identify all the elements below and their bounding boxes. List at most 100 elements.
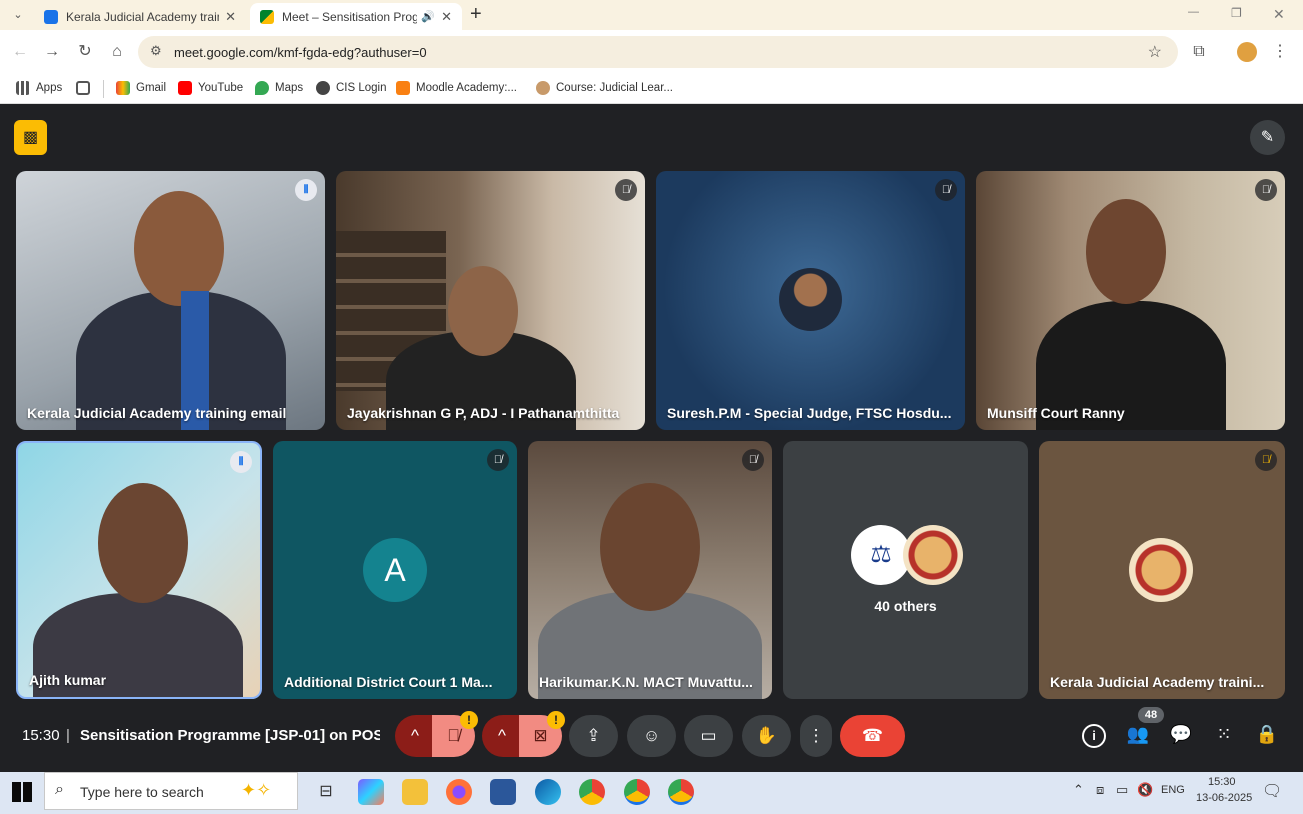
maps-icon [255, 81, 269, 95]
hand-icon: ✋ [755, 726, 778, 745]
back-icon[interactable]: ← [8, 40, 32, 64]
profile-photo-avatar [779, 268, 842, 331]
info-icon: i [1092, 728, 1096, 743]
avatar: A [363, 538, 427, 602]
participant-tile[interactable]: 🎙̸ Kerala Judicial Academy traini... [1039, 441, 1285, 699]
reload-icon[interactable]: ↻ [73, 40, 97, 64]
emoji-icon: ☺ [642, 726, 661, 745]
others-tile[interactable]: ⚖ 40 others [783, 441, 1028, 699]
academy-logo-avatar [903, 525, 963, 585]
participant-tile[interactable]: 🎙̸ Suresh.P.M - Special Judge, FTSC Hosd… [656, 171, 965, 430]
firefox-icon[interactable] [446, 779, 472, 805]
people-icon: 👥 [1126, 724, 1150, 744]
meet-tray-icon[interactable]: ⧈ [1096, 782, 1104, 798]
bookmark-grid[interactable] [76, 81, 96, 95]
volume-muted-icon[interactable]: 🔇 [1137, 782, 1153, 798]
maximize-button[interactable]: ❐ [1231, 6, 1242, 20]
start-button[interactable] [12, 782, 32, 802]
host-controls-button[interactable]: 🔒 [1255, 724, 1279, 748]
participant-tile[interactable]: ⦀ Kerala Judicial Academy training email [16, 171, 325, 430]
tab-kerala-training[interactable]: Kerala Judicial Academy training ✕ [34, 3, 246, 30]
captions-button[interactable]: ▭ [684, 715, 733, 757]
annotate-button[interactable]: ✎ [1250, 120, 1285, 155]
participant-tile[interactable]: 🎙̸ Munsiff Court Ranny [976, 171, 1285, 430]
audio-options-button[interactable]: ^ [395, 715, 435, 757]
sparkle-icon: ✦✧ [241, 780, 272, 800]
close-tab-icon[interactable]: ✕ [225, 9, 236, 25]
mic-off-icon: 🎙̸ [615, 179, 637, 201]
edge-icon[interactable] [535, 779, 561, 805]
task-view-icon[interactable]: ⊟ [313, 779, 339, 805]
present-screen-icon: ⇪ [586, 726, 601, 745]
home-icon[interactable]: ⌂ [105, 40, 129, 64]
bookmark-youtube[interactable]: YouTube [178, 81, 243, 95]
leave-call-button[interactable]: ☎ [840, 715, 905, 757]
reactions-button[interactable]: ☺ [627, 715, 676, 757]
speaking-indicator-icon: ⦀ [295, 179, 317, 201]
forward-icon[interactable]: → [40, 40, 64, 64]
notifications-icon[interactable]: 🗨 [1262, 781, 1282, 801]
people-button[interactable]: 👥 [1126, 724, 1150, 748]
camera-off-icon: ⊠ [533, 726, 548, 745]
others-count: 40 others [874, 598, 937, 614]
present-button[interactable]: ⇪ [569, 715, 618, 757]
video-options-button[interactable]: ^ [482, 715, 522, 757]
moodle-icon [396, 81, 410, 95]
url-text[interactable]: meet.google.com/kmf-fgda-edg?authuser=0 [174, 45, 427, 60]
pencil-sparkle-icon: ✎ [1260, 129, 1275, 146]
camera-warning-badge: ! [547, 711, 565, 729]
chrome-profile-icon[interactable] [624, 779, 650, 805]
participant-tile-active[interactable]: ⦀ Ajith kumar [16, 441, 262, 699]
chat-button[interactable]: 💬 [1169, 724, 1193, 748]
bookmark-cis-login[interactable]: CIS Login [316, 81, 387, 95]
extensions-icon[interactable]: ⧉ [1187, 40, 1211, 64]
bookmark-gmail[interactable]: Gmail [116, 81, 166, 95]
clock-time[interactable]: 15:30 [1208, 776, 1236, 788]
others-avatar: ⚖ [851, 525, 911, 585]
tray-chevron-icon[interactable]: ⌃ [1073, 782, 1084, 798]
participant-tile[interactable]: 🎙̸ Harikumar.K.N. MACT Muvattu... [528, 441, 772, 699]
tab-meet[interactable]: Meet – Sensitisation Progra 🔊 ✕ [250, 3, 462, 30]
youtube-icon [178, 81, 192, 95]
participant-tile[interactable]: A 🎙̸ Additional District Court 1 Ma... [273, 441, 517, 699]
mic-off-icon: 🎙̸ [1255, 179, 1277, 201]
bookmark-course[interactable]: Course: Judicial Lear... [536, 81, 673, 95]
tab-search-icon[interactable]: ⌄ [6, 3, 30, 27]
mic-off-icon: 🎙̸ [1255, 449, 1277, 471]
bookmark-apps[interactable]: Apps [16, 81, 62, 95]
bookmarks-bar: Apps Gmail YouTube Maps CIS Login Moodle… [0, 74, 1303, 104]
tab-title: Kerala Judicial Academy training [66, 9, 219, 24]
network-icon[interactable]: ▭ [1116, 782, 1128, 798]
raise-hand-button[interactable]: ✋ [742, 715, 791, 757]
chrome-profile-icon[interactable] [668, 779, 694, 805]
word-icon[interactable] [490, 779, 516, 805]
search-icon: ⌕ [55, 781, 64, 798]
meeting-time: 15:30 [22, 727, 60, 744]
bookmark-maps[interactable]: Maps [255, 81, 303, 95]
address-bar[interactable]: ⚙ meet.google.com/kmf-fgda-edg?authuser=… [138, 36, 1178, 68]
copilot-icon[interactable] [358, 779, 384, 805]
activities-button[interactable]: ⁙ [1212, 724, 1236, 748]
meeting-details-button[interactable]: i [1082, 724, 1106, 748]
hide-self-view-button[interactable]: ▩ [14, 120, 47, 155]
profile-avatar[interactable] [1237, 42, 1257, 62]
site-info-icon[interactable]: ⚙ [150, 43, 162, 59]
taskbar-search-box[interactable]: ⌕ Type here to search ✦✧ [44, 772, 298, 810]
participant-name: Kerala Judicial Academy traini... [1050, 674, 1265, 690]
participant-tile[interactable]: 🎙̸ Jayakrishnan G P, ADJ - I Pathanamthi… [336, 171, 645, 430]
minimize-button[interactable]: — [1188, 6, 1199, 18]
more-options-button[interactable]: ⋮ [800, 715, 832, 757]
menu-kebab-icon[interactable]: ⋮ [1268, 40, 1292, 64]
file-explorer-icon[interactable] [402, 779, 428, 805]
bookmark-star-icon[interactable]: ☆ [1148, 42, 1162, 62]
hangup-icon: ☎ [861, 726, 884, 745]
clock-date[interactable]: 13-06-2025 [1196, 792, 1252, 804]
bookmark-moodle[interactable]: Moodle Academy:... [396, 81, 517, 95]
language-indicator[interactable]: ENG [1161, 784, 1185, 796]
screen: { "tabs":[ {"title":"Kerala Judicial Aca… [0, 0, 1303, 814]
chrome-icon[interactable] [579, 779, 605, 805]
close-window-button[interactable]: ✕ [1273, 6, 1285, 23]
new-tab-button[interactable]: + [470, 3, 482, 26]
close-tab-icon[interactable]: ✕ [441, 9, 452, 25]
speaker-icon[interactable]: 🔊 [421, 10, 435, 23]
